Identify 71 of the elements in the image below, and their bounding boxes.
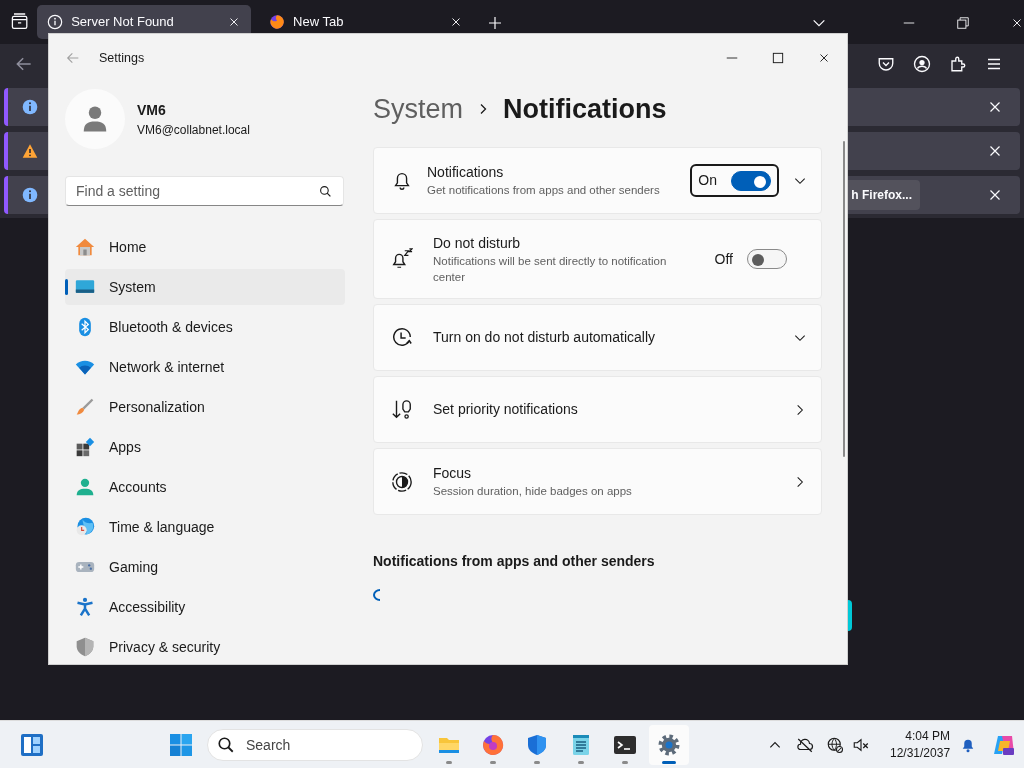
setting-description: Notifications will be sent directly to notification center <box>433 254 668 285</box>
clock[interactable]: 4:04 PM 12/31/2037 <box>890 728 951 761</box>
shield-icon <box>525 732 549 757</box>
bell-snooze-icon <box>391 248 413 270</box>
setting-title: Do not disturb <box>433 234 522 253</box>
setting-title: Notifications <box>427 163 505 183</box>
focus-icon <box>391 470 413 493</box>
nav-item[interactable]: Bluetooth & devices <box>65 309 345 345</box>
setting-description: Session duration, hide badges on apps <box>433 484 633 500</box>
nav-item[interactable]: Home <box>65 229 345 265</box>
accessibility-icon <box>75 597 95 617</box>
account-icon[interactable] <box>913 55 931 73</box>
globe-logo-icon <box>269 14 286 30</box>
gear-icon <box>657 732 681 757</box>
new-tab-icon[interactable] <box>487 14 503 31</box>
settings-card[interactable]: Focus Session duration, hide badges on apps <box>373 448 822 515</box>
info-icon <box>47 14 64 30</box>
nav-item[interactable]: System <box>65 269 345 305</box>
start-icon[interactable] <box>169 732 193 757</box>
widgets-icon[interactable] <box>20 732 44 757</box>
search-field[interactable]: Find a setting <box>65 176 344 206</box>
nav-item[interactable]: Gaming <box>65 549 345 585</box>
setting-title: Set priority notifications <box>433 400 579 419</box>
nav-item[interactable]: Accounts <box>65 469 345 505</box>
toggle-switch[interactable]: Off <box>706 242 795 276</box>
priority-icon <box>391 398 413 421</box>
globe-logo-icon <box>481 732 505 757</box>
taskbar-app[interactable] <box>649 724 689 765</box>
clock-icon <box>391 326 413 349</box>
setting-title: Turn on do not disturb automatically <box>433 328 657 347</box>
puzzle-icon[interactable] <box>949 55 967 73</box>
globe-off-icon[interactable] <box>826 736 844 755</box>
pocket-icon[interactable] <box>877 55 895 73</box>
globe-clock-icon <box>75 517 95 537</box>
nav-item[interactable]: Personalization <box>65 389 345 425</box>
nav-item[interactable]: Accessibility <box>65 589 345 625</box>
warning-icon <box>22 143 38 159</box>
shield-icon <box>75 637 95 657</box>
info-icon <box>22 187 38 203</box>
nav-item[interactable]: Privacy & security <box>65 629 345 665</box>
apps-icon <box>75 437 95 457</box>
settings-card[interactable]: Turn on do not disturb automatically <box>373 304 822 371</box>
person-icon <box>75 477 95 497</box>
brush-icon <box>75 397 95 417</box>
maximize-icon[interactable] <box>771 51 785 65</box>
tab-list-icon[interactable] <box>10 12 30 32</box>
spinner-icon <box>373 588 383 601</box>
nav-item[interactable]: Network & internet <box>65 349 345 385</box>
nav-item[interactable]: Time & language <box>65 509 345 545</box>
setting-description: Get notifications from apps and other senders <box>427 183 661 199</box>
user-email: VM6@collabnet.local <box>137 121 250 139</box>
button[interactable] <box>848 600 852 631</box>
nav-item[interactable]: Apps <box>65 429 345 465</box>
info-icon <box>22 99 38 115</box>
section-heading: Notifications from apps and other senders <box>373 552 656 571</box>
settings-card[interactable]: Do not disturb Notifications will be sent directly to notification center Off <box>373 219 822 299</box>
browser-tab[interactable]: New Tab <box>259 5 473 39</box>
window-title: Settings <box>99 49 145 67</box>
search-icon <box>319 185 332 198</box>
search-icon <box>217 735 235 754</box>
settings-card[interactable]: Set priority notifications <box>373 376 822 443</box>
home-icon <box>75 237 95 257</box>
toggle-switch[interactable]: On <box>690 164 779 197</box>
settings-card[interactable]: Notifications Get notifications from apps and other senders On <box>373 147 822 214</box>
breadcrumb-link[interactable]: System <box>373 88 464 130</box>
cloud-off-icon[interactable] <box>796 736 814 755</box>
page-title: Notifications <box>503 92 667 126</box>
user-name: VM6 <box>137 100 167 120</box>
setting-title: Focus <box>433 464 473 484</box>
search-field[interactable]: Search <box>207 728 423 761</box>
restore-icon[interactable] <box>956 15 970 30</box>
